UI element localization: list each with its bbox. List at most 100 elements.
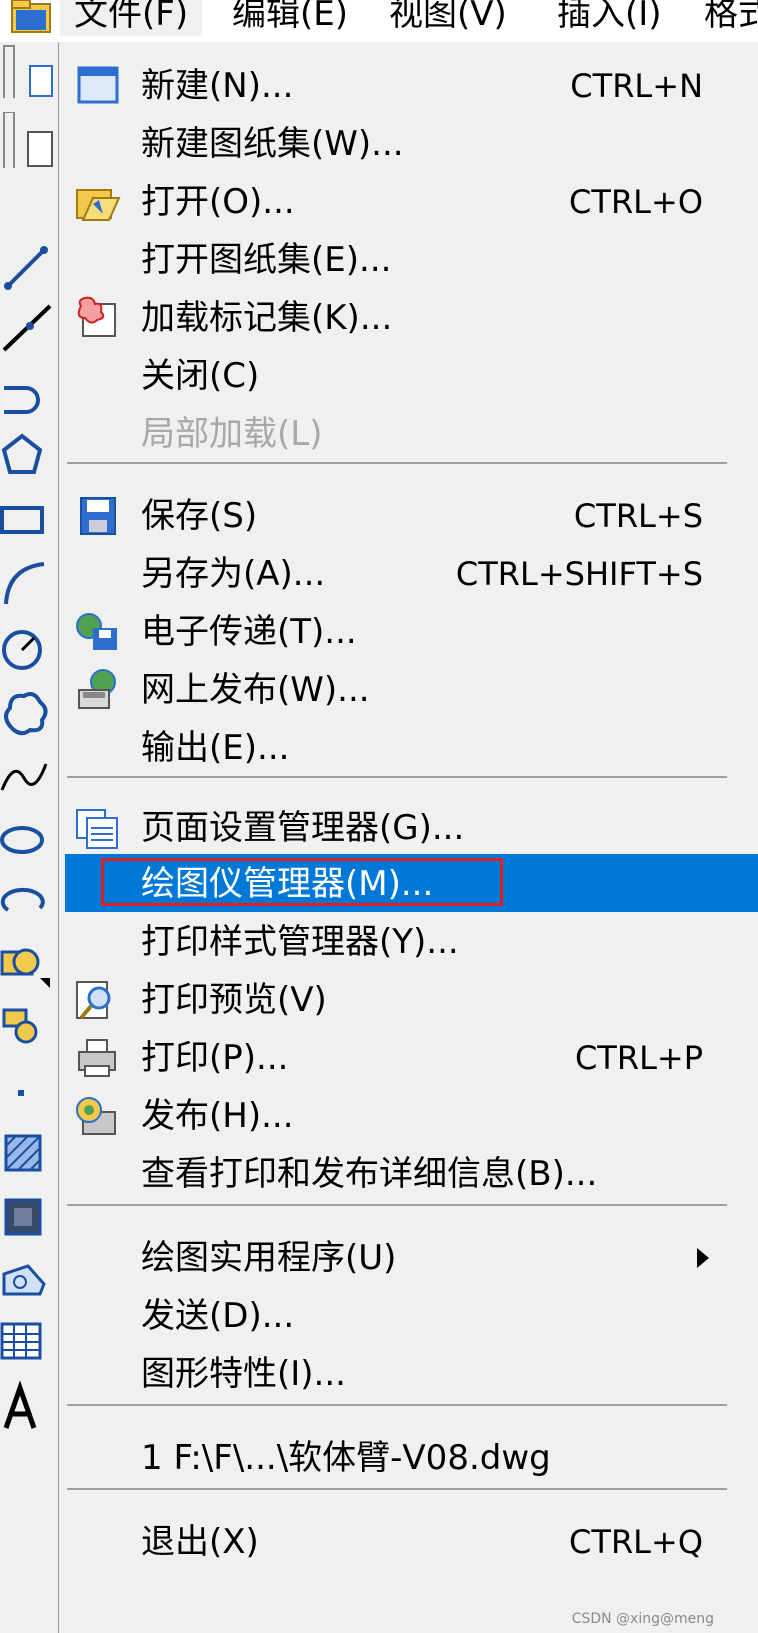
draw-toolbar: [0, 42, 59, 1633]
insert-block-icon[interactable]: [0, 938, 56, 994]
menu-item-plot[interactable]: 打印(P)... CTRL+P: [65, 1028, 758, 1086]
file-menu-dropdown: 新建(N)... CTRL+N 新建图纸集(W)... 打开(O)... CTR…: [58, 42, 758, 1633]
menu-item-send[interactable]: 发送(D)...: [65, 1286, 758, 1344]
markup-icon: [73, 296, 121, 340]
construction-line-icon[interactable]: [0, 300, 56, 356]
save-icon: [73, 494, 121, 538]
gradient-icon[interactable]: [0, 1190, 56, 1246]
make-block-icon[interactable]: [0, 1002, 56, 1058]
circle-icon[interactable]: [0, 622, 56, 678]
menu-item-label: 页面设置管理器(G)...: [141, 808, 465, 848]
menu-item-view-plot-publish-details[interactable]: 查看打印和发布详细信息(B)...: [65, 1144, 758, 1202]
watermark: CSDN @xing@meng: [571, 1611, 714, 1627]
new-file-icon: [73, 64, 121, 108]
menu-item-label: 打印预览(V): [141, 980, 327, 1020]
menu-separator: [67, 1204, 727, 1206]
menu-item-label: 打印样式管理器(Y)...: [141, 922, 459, 962]
menu-item-partial-load: 局部加载(L): [65, 404, 758, 462]
hatch-icon[interactable]: [0, 1126, 56, 1182]
publish-web-icon: [73, 668, 121, 712]
menu-item-drawing-properties[interactable]: 图形特性(I)...: [65, 1344, 758, 1402]
menu-item-label: 退出(X): [141, 1522, 259, 1562]
menu-view[interactable]: 视图(V): [375, 0, 521, 36]
menu-item-new-sheet-set[interactable]: 新建图纸集(W)...: [65, 114, 758, 172]
line-icon[interactable]: [0, 242, 56, 298]
menu-item-label: 网上发布(W)...: [141, 670, 370, 710]
open-folder-icon: [73, 180, 121, 224]
menu-item-shortcut: CTRL+SHIFT+S: [455, 555, 703, 593]
menu-item-etransmit[interactable]: 电子传递(T)...: [65, 602, 758, 660]
menu-item-publish-web[interactable]: 网上发布(W)...: [65, 660, 758, 718]
menu-item-label: 查看打印和发布详细信息(B)...: [141, 1154, 598, 1194]
menu-item-shortcut: CTRL+Q: [569, 1523, 703, 1561]
menu-item-label: 电子传递(T)...: [141, 612, 357, 652]
menu-insert[interactable]: 插入(I): [543, 0, 676, 36]
multiline-text-icon[interactable]: [0, 1380, 56, 1436]
menu-item-label: 局部加载(L): [141, 414, 323, 454]
etransmit-icon: [73, 610, 121, 654]
menu-item-label: 图形特性(I)...: [141, 1354, 346, 1394]
point-icon[interactable]: [0, 1066, 56, 1122]
menu-item-new[interactable]: 新建(N)... CTRL+N: [65, 56, 758, 114]
menu-item-save[interactable]: 保存(S) CTRL+S: [65, 486, 758, 544]
menu-item-export[interactable]: 输出(E)...: [65, 718, 758, 776]
polyline-icon[interactable]: [0, 364, 56, 420]
menu-item-page-setup-manager[interactable]: 页面设置管理器(G)...: [65, 798, 758, 856]
print-icon: [73, 1036, 121, 1080]
menu-edit[interactable]: 编辑(E): [218, 0, 362, 36]
menu-item-shortcut: CTRL+S: [573, 497, 703, 535]
menu-item-label: 关闭(C): [141, 356, 260, 396]
menu-file[interactable]: 文件(F): [60, 0, 203, 36]
menu-item-label: 打开图纸集(E)...: [141, 240, 392, 280]
menu-item-label: 打印(P)...: [141, 1038, 289, 1078]
menu-separator: [67, 776, 727, 778]
menu-item-label: 1 F:\F\...\软体臂-V08.dwg: [141, 1438, 551, 1478]
menu-item-label: 加载标记集(K)...: [141, 298, 393, 338]
submenu-arrow-icon: [697, 1248, 709, 1268]
toolbar-top-handle-icon: [0, 42, 56, 98]
region-icon[interactable]: [0, 1254, 56, 1310]
menu-item-open-sheet-set[interactable]: 打开图纸集(E)...: [65, 230, 758, 288]
revision-cloud-icon[interactable]: [0, 686, 56, 742]
annotation-highlight-box: [101, 858, 503, 906]
app-folder-icon: [10, 0, 52, 34]
menu-item-shortcut: CTRL+N: [570, 67, 703, 105]
menu-item-open[interactable]: 打开(O)... CTRL+O: [65, 172, 758, 230]
menu-item-publish[interactable]: 发布(H)...: [65, 1086, 758, 1144]
rectangle-icon[interactable]: [0, 494, 56, 550]
print-preview-icon: [73, 978, 121, 1022]
table-icon[interactable]: [0, 1314, 56, 1370]
polygon-icon[interactable]: [0, 430, 56, 486]
menu-item-shortcut: CTRL+P: [574, 1039, 703, 1077]
publish-icon: [73, 1094, 121, 1138]
spline-icon[interactable]: [0, 750, 56, 806]
menubar: 文件(F) 编辑(E) 视图(V) 插入(I) 格式: [0, 0, 758, 43]
menu-separator: [67, 1488, 727, 1490]
menu-item-label: 新建(N)...: [141, 66, 294, 106]
menu-item-shortcut: CTRL+O: [569, 183, 703, 221]
menu-item-label: 新建图纸集(W)...: [141, 124, 404, 164]
menu-item-exit[interactable]: 退出(X) CTRL+Q: [65, 1512, 758, 1570]
menu-item-label: 发送(D)...: [141, 1296, 295, 1336]
menu-item-label: 打开(O)...: [141, 182, 295, 222]
menu-item-save-as[interactable]: 另存为(A)... CTRL+SHIFT+S: [65, 544, 758, 602]
menu-item-close[interactable]: 关闭(C): [65, 346, 758, 404]
menu-item-drawing-utilities[interactable]: 绘图实用程序(U): [65, 1228, 758, 1286]
menu-item-recent-file[interactable]: 1 F:\F\...\软体臂-V08.dwg: [65, 1428, 758, 1486]
arc-icon[interactable]: [0, 556, 56, 612]
ellipse-arc-icon[interactable]: [0, 874, 56, 930]
menu-separator: [67, 462, 727, 464]
menu-item-label: 绘图实用程序(U): [141, 1238, 397, 1278]
menu-item-label: 另存为(A)...: [141, 554, 326, 594]
toolbar-panel-icon: [0, 112, 56, 168]
menu-item-load-markup-set[interactable]: 加载标记集(K)...: [65, 288, 758, 346]
menu-item-label: 输出(E)...: [141, 728, 290, 768]
ellipse-icon[interactable]: [0, 812, 56, 868]
menu-separator: [67, 1404, 727, 1406]
menu-item-plot-style-manager[interactable]: 打印样式管理器(Y)...: [65, 912, 758, 970]
menu-item-label: 保存(S): [141, 496, 258, 536]
page-setup-icon: [73, 806, 121, 850]
menu-item-label: 发布(H)...: [141, 1096, 294, 1136]
menu-item-plot-preview[interactable]: 打印预览(V): [65, 970, 758, 1028]
menu-format[interactable]: 格式: [690, 0, 758, 36]
